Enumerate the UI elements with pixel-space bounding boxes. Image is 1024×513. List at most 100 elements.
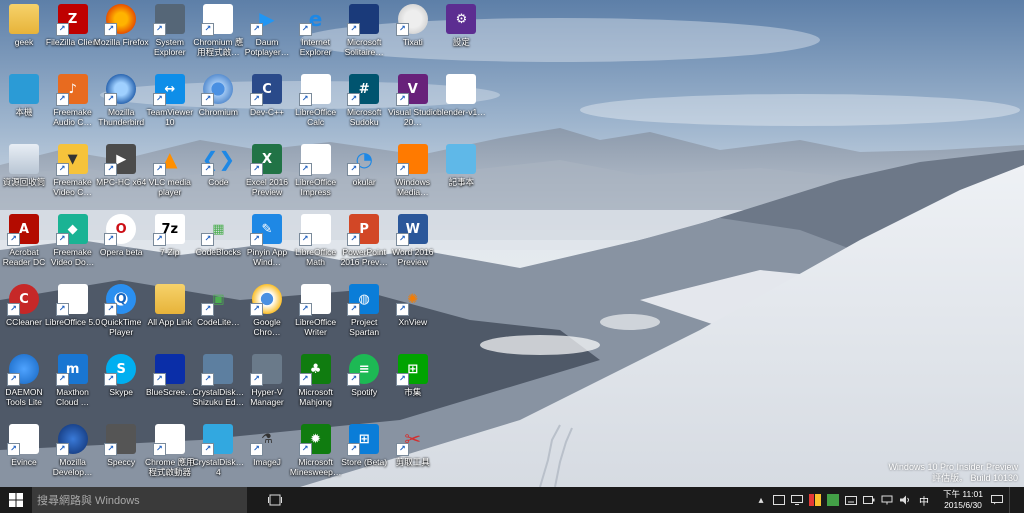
desktop-icon[interactable]: ↗ Microsoft Solitaire… [340, 2, 388, 70]
desktop-icon[interactable]: W ↗ Word 2016 Preview [389, 212, 437, 280]
desktop-icon[interactable]: C ↗ Dev-C++ [243, 72, 291, 140]
taskbar-clock[interactable]: 下午 11:01 2015/6/30 [938, 489, 988, 511]
network-icon[interactable] [880, 493, 894, 507]
desktop-icon[interactable]: blender-v1… [437, 72, 486, 140]
desktop-icon[interactable]: e ↗ Internet Explorer [292, 2, 340, 70]
desktop-icon[interactable]: ↗ DAEMON Tools Lite [0, 352, 48, 420]
desktop-icon[interactable]: ❮❯ ↗ Code [194, 142, 242, 210]
desktop-icon[interactable]: ↗ Speccy [97, 422, 145, 490]
desktop-icon[interactable]: ↗ Google Chro… [243, 282, 291, 350]
desktop-icon[interactable]: ↗ Mozilla Develop… [49, 422, 97, 490]
desktop-icon[interactable]: ↗ LibreOffice Calc [292, 72, 340, 140]
desktop-icon[interactable]: # ↗ Microsoft Sudoku [340, 72, 388, 140]
desktop-icon[interactable]: O ↗ Opera beta [97, 212, 145, 280]
speccy-icon: ↗ [104, 424, 137, 456]
desktop-icon[interactable]: 記事本 [437, 142, 485, 210]
task-view-button[interactable] [259, 487, 291, 513]
desktop-icon[interactable]: 7z ↗ 7-Zip [146, 212, 194, 280]
desktop-icon[interactable]: ▲ ↗ VLC media player [146, 142, 194, 210]
desktop-icon[interactable]: ✺ ↗ XnView [389, 282, 437, 350]
display-icon[interactable] [790, 493, 804, 507]
desktop-icon[interactable]: ↗ CrystalDisk… Shizuku Ed… [193, 352, 244, 420]
store-icon: ⊞ ↗ [395, 354, 428, 386]
notifications-icon[interactable] [990, 493, 1004, 507]
power-icon[interactable] [862, 493, 876, 507]
desktop-icon[interactable]: ↗ Hyper-V Manager [243, 352, 291, 420]
chrome-icon: ↗ [250, 284, 282, 316]
desktop-icon[interactable]: ↗ Mozilla Thunderbird [97, 72, 145, 140]
desktop-icon[interactable]: Q ↗ QuickTime Player [97, 282, 145, 350]
mozdev-icon: ↗ [55, 424, 88, 456]
desktop-icon[interactable]: ↔ ↗ TeamViewer 10 [146, 72, 194, 140]
taskbar: 搜尋網路與 Windows ▴ 中 下午 11:01 2015/6/30 [0, 487, 1024, 513]
desktop-icon[interactable]: X ↗ Excel 2016 Preview [243, 142, 291, 210]
desktop-icon[interactable]: ↗ Evince [0, 422, 48, 490]
desktop-icon[interactable]: ⊞ ↗ 市集 [389, 352, 437, 420]
desktop-icon-label: TeamViewer 10 [146, 107, 194, 127]
desktop-icon[interactable]: 本機 [0, 72, 48, 140]
keyboard-icon[interactable] [844, 493, 858, 507]
desktop-icon[interactable]: ↗ Chromium 應用程式啟… [193, 2, 243, 70]
mahjong-icon: ♣ ↗ [298, 354, 331, 386]
chevron-up-icon[interactable]: ▴ [754, 493, 768, 507]
desktop-icon[interactable]: geek [0, 2, 48, 70]
desktop-icon-label: CrystalDisk… Shizuku Ed… [192, 387, 245, 407]
desktop-icon[interactable]: V ↗ Visual Studio 20… [388, 72, 438, 140]
desktop-icon[interactable]: ▶ ↗ Daum Potplayer… [243, 2, 291, 70]
start-button[interactable] [0, 487, 32, 513]
desktop-icon[interactable]: ↗ Tixati [389, 2, 437, 70]
desktop-icon[interactable]: ⚗ ↗ ImageJ [243, 422, 291, 490]
desktop-icon[interactable]: 資源回收筒 [0, 142, 48, 210]
desktop-icon[interactable]: ✂ ↗ 剪取工具 [389, 422, 437, 490]
desktop-icon[interactable]: ↗ Chrome 應用程式啟動器 [145, 422, 195, 490]
desktop-icon[interactable]: P ↗ PowerPoint 2016 Prev… [340, 212, 388, 280]
spotify-icon: ≡ ↗ [347, 354, 380, 386]
desktop-icon[interactable]: All App Link [146, 282, 194, 350]
ime-indicator[interactable]: 中 [916, 493, 932, 508]
green-tray-icon[interactable] [826, 493, 840, 507]
shortcut-arrow-icon: ↗ [395, 163, 409, 176]
desktop-icon[interactable]: ↗ CrystalDisk… 4 [193, 422, 244, 490]
desktop-icon[interactable]: ↗ BlueScree… [146, 352, 194, 420]
desktop-icon-label: LibreOffice Impress [295, 177, 337, 197]
taskbar-search-box[interactable]: 搜尋網路與 Windows [32, 487, 247, 513]
desktop-icon[interactable]: ↗ Windows Media… [389, 142, 437, 210]
desktop-icon[interactable]: S ↗ Skype [97, 352, 145, 420]
show-desktop-button[interactable] [1009, 487, 1024, 513]
desktop-icon[interactable]: ▦ ↗ CodeBlocks [194, 212, 242, 280]
desktop-icon[interactable]: ≡ ↗ Spotify [340, 352, 388, 420]
action-center-icon[interactable] [772, 493, 786, 507]
shortcut-arrow-icon: ↗ [104, 163, 118, 176]
desktop-icon[interactable]: ◍ ↗ Project Spartan [340, 282, 388, 350]
desktop-icon[interactable]: ◔ ↗ okular [340, 142, 388, 210]
desktop-icon[interactable]: ▼ ↗ Freemake Video C… [49, 142, 97, 210]
app-tray-icon[interactable] [808, 493, 822, 507]
desktop-icon[interactable]: ↗ LibreOffice Writer [292, 282, 340, 350]
shortcut-arrow-icon: ↗ [395, 233, 409, 246]
desktop-icon-label: 設定 [452, 37, 470, 47]
desktop-icon[interactable]: ↗ Chromium [194, 72, 242, 140]
desktop-icon-label: okular [352, 177, 376, 187]
desktop-icon[interactable]: ↗ LibreOffice Math [292, 212, 340, 280]
desktop-icon[interactable]: ⚙ 設定 [437, 2, 485, 70]
desktop-icon[interactable]: ⊞ ↗ Store (Beta) [340, 422, 388, 490]
desktop-icon[interactable]: A ↗ Acrobat Reader DC [0, 212, 48, 280]
desktop-icon[interactable]: ↗ LibreOffice 5.0 [45, 282, 100, 350]
desktop-icon-label: Internet Explorer [299, 37, 332, 57]
desktop-icon[interactable]: ✎ ↗ Pinyin App Wind… [243, 212, 291, 280]
desktop-icon[interactable]: Z ↗ FileZilla Client [46, 2, 99, 70]
desktop-icon[interactable]: ♣ ↗ Microsoft Mahjong [292, 352, 340, 420]
desktop-icon[interactable]: ↗ LibreOffice Impress [292, 142, 340, 210]
desktop-icon[interactable]: ↗ Mozilla Firefox [94, 2, 149, 70]
desktop-icon[interactable]: ↗ System Explorer [146, 2, 194, 70]
volume-icon[interactable] [898, 493, 912, 507]
desktop-icon[interactable]: ✹ ↗ Microsoft Minesweep… [290, 422, 341, 490]
desktop-icon[interactable]: ▣ ↗ CodeLite… [194, 282, 242, 350]
desktop-icon[interactable]: m ↗ Maxthon Cloud … [49, 352, 97, 420]
desktop-icon[interactable]: ▶ ↗ MPC-HC x64 [96, 142, 146, 210]
desktop-icon-label: Pinyin App Wind… [246, 247, 288, 267]
desktop-icon[interactable]: ♪ ↗ Freemake Audio C… [49, 72, 97, 140]
desktop-icon[interactable]: C ↗ CCleaner [0, 282, 48, 350]
xnview-icon: ✺ ↗ [395, 284, 428, 316]
desktop-icon[interactable]: ◆ ↗ Freemake Video Do… [49, 212, 97, 280]
